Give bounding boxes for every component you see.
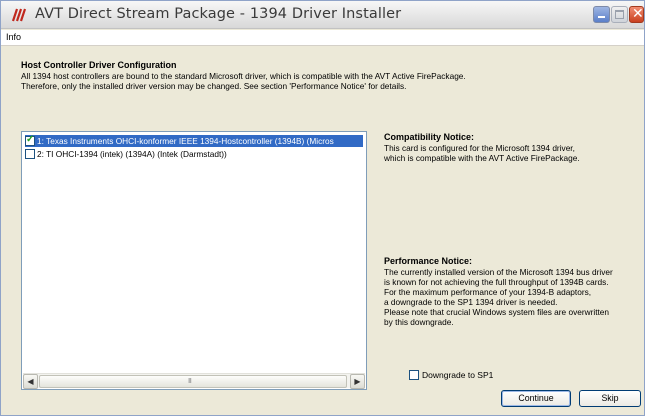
menu-info[interactable]: Info [6,32,21,42]
minimize-icon [598,16,605,18]
maximize-button[interactable] [611,6,628,23]
controller-2-checkbox[interactable] [25,149,35,159]
performance-line: is known for not achieving the full thro… [384,277,609,287]
compatibility-line: This card is configured for the Microsof… [384,143,575,153]
maximize-icon [615,10,624,19]
installer-window: AVT Direct Stream Package - 1394 Driver … [0,0,645,416]
performance-line: by this downgrade. [384,317,454,327]
section-title: Host Controller Driver Configuration [21,60,177,70]
scroll-right-button[interactable]: ▶ [350,374,365,389]
compatibility-notice-text: This card is configured for the Microsof… [384,143,580,163]
avt-logo-icon [11,8,27,22]
continue-button[interactable]: Continue [501,390,571,407]
performance-line: a downgrade to the SP1 1394 driver is ne… [384,297,558,307]
list-item-controller-2[interactable]: 2: TI OHCI-1394 (intek) (1394A) (Intek (… [25,148,363,160]
performance-notice-title: Performance Notice: [384,256,473,266]
performance-line: The currently installed version of the M… [384,267,613,277]
title-bar[interactable]: AVT Direct Stream Package - 1394 Driver … [1,1,644,29]
downgrade-option[interactable]: Downgrade to SP1 [409,370,493,380]
thumb-grip-icon: III [188,378,192,385]
section-description: All 1394 host controllers are bound to t… [21,71,466,91]
close-button[interactable]: ✕ [629,6,644,23]
minimize-button[interactable] [593,6,610,23]
scrollbar-thumb[interactable]: III [39,375,347,388]
downgrade-checkbox[interactable] [409,370,419,380]
skip-button[interactable]: Skip [579,390,641,407]
horizontal-scrollbar[interactable]: ◀ III ▶ [23,373,365,389]
description-line: All 1394 host controllers are bound to t… [21,71,466,81]
performance-line: For the maximum performance of your 1394… [384,287,592,297]
list-item-controller-1[interactable]: 1: Texas Instruments OHCI-konformer IEEE… [25,135,363,147]
compatibility-line: which is compatible with the AVT Active … [384,153,580,163]
host-controller-list[interactable]: 1: Texas Instruments OHCI-konformer IEEE… [21,131,367,390]
controller-2-label: 2: TI OHCI-1394 (intek) (1394A) (Intek (… [37,149,227,159]
performance-notice-text: The currently installed version of the M… [384,267,613,327]
scroll-left-button[interactable]: ◀ [23,374,38,389]
close-icon: ✕ [632,6,644,22]
controller-1-label: 1: Texas Instruments OHCI-konformer IEEE… [37,136,334,146]
downgrade-label: Downgrade to SP1 [422,370,494,380]
window-title: AVT Direct Stream Package - 1394 Driver … [35,6,402,22]
description-line: Therefore, only the installed driver ver… [21,81,407,91]
scroll-right-icon: ▶ [354,377,361,386]
scroll-left-icon: ◀ [27,377,34,386]
menu-bar: Info [1,30,644,46]
compatibility-notice-title: Compatibility Notice: [384,132,475,142]
controller-1-checkbox[interactable] [25,135,35,146]
performance-line: Please note that crucial Windows system … [384,307,610,317]
